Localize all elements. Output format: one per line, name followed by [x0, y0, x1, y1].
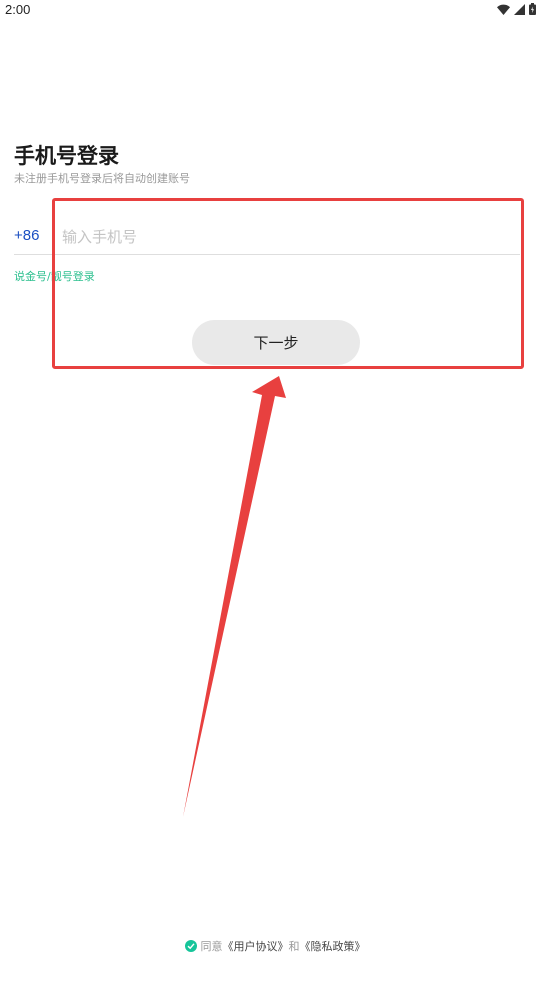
privacy-policy-link[interactable]: 《隐私政策》: [300, 938, 366, 954]
check-icon: [187, 943, 195, 950]
agreement-prefix: 同意: [200, 940, 223, 953]
user-agreement-link[interactable]: 《用户协议》: [223, 938, 289, 954]
agreement-and: 和: [288, 940, 300, 953]
agreement-row: 同意 《用户协议》 和 《隐私政策》: [0, 938, 550, 954]
annotation-arrow-icon: [183, 376, 286, 817]
agreement-checkbox[interactable]: [184, 940, 197, 952]
